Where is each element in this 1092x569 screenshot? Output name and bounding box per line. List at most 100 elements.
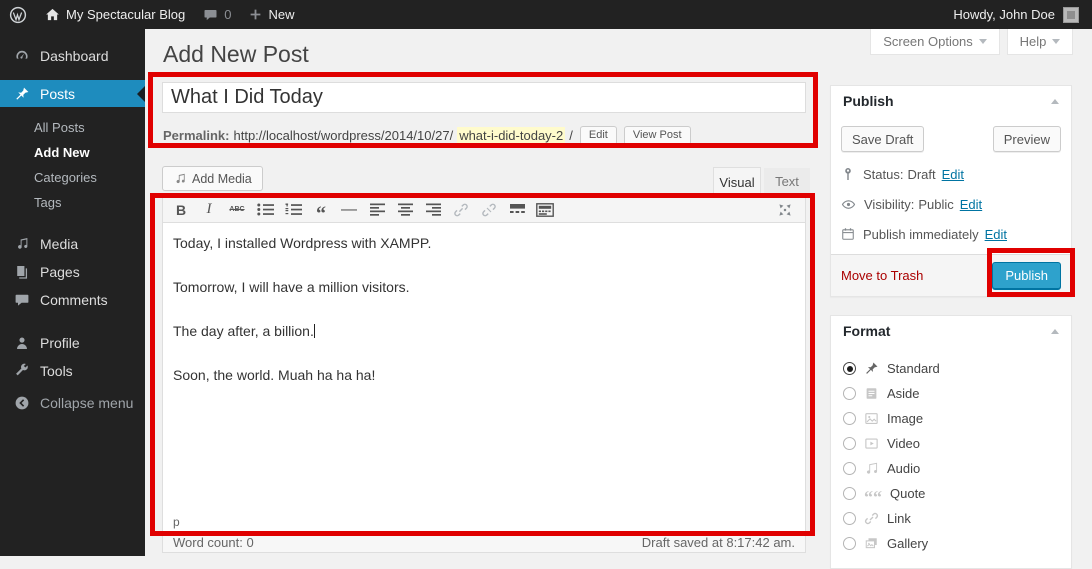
radio-unselected[interactable] [843,412,856,425]
publish-button[interactable]: Publish [992,262,1061,290]
format-option-link[interactable]: Link [843,506,1059,531]
insert-more-tag-icon[interactable] [503,198,531,221]
radio-unselected[interactable] [843,387,856,400]
screen-options-label: Screen Options [883,34,973,49]
comments-shortcut[interactable]: 0 [194,0,240,29]
remove-link-icon[interactable] [475,198,503,221]
plus-icon [249,8,262,21]
sidebar-item-label: Media [40,236,78,252]
sidebar-item-media[interactable]: Media [0,230,145,258]
move-to-trash-link[interactable]: Move to Trash [841,268,923,283]
format-option-label: Image [887,411,923,426]
editor-paragraph: Today, I installed Wordpress with XAMPP. [173,235,795,252]
collapse-panel-icon[interactable] [1051,329,1059,334]
toolbar-toggle-icon[interactable] [531,198,559,221]
insert-link-icon[interactable] [447,198,475,221]
edit-visibility-link[interactable]: Edit [960,197,982,212]
help-button[interactable]: Help [1007,29,1073,55]
sidebar-collapse-menu[interactable]: Collapse menu [0,389,145,417]
sidebar-subitem-add-new[interactable]: Add New [0,140,145,165]
numbered-list-icon[interactable] [279,198,307,221]
sidebar-subitem-all-posts[interactable]: All Posts [0,115,145,140]
radio-unselected[interactable] [843,487,856,500]
align-left-icon[interactable] [363,198,391,221]
collapse-arrow-icon [14,395,30,411]
add-media-icon [173,172,187,186]
save-draft-button[interactable]: Save Draft [841,126,924,152]
sidebar-subitem-categories[interactable]: Categories [0,165,145,190]
radio-unselected[interactable] [843,437,856,450]
sidebar-item-label: Profile [40,335,80,351]
visibility-value: Public [918,197,953,212]
blockquote-icon[interactable]: “ [307,198,335,221]
view-post-button[interactable]: View Post [624,126,691,145]
site-link[interactable]: My Spectacular Blog [36,0,194,29]
format-option-standard[interactable]: Standard [843,356,1059,381]
wordpress-logo-icon [9,6,27,24]
new-label: New [268,7,294,22]
format-panel-header[interactable]: Format [831,316,1071,346]
admin-bar: My Spectacular Blog 0 New Howdy, John Do… [0,0,1092,29]
site-name: My Spectacular Blog [66,7,185,22]
sidebar-item-posts[interactable]: Posts [0,80,145,107]
editor-paragraph: Soon, the world. Muah ha ha ha! [173,367,795,384]
format-option-quote[interactable]: ““ Quote [843,481,1059,506]
help-label: Help [1020,34,1047,49]
sidebar-item-dashboard[interactable]: Dashboard [0,42,145,70]
align-center-icon[interactable] [391,198,419,221]
radio-unselected[interactable] [843,537,856,550]
edit-schedule-link[interactable]: Edit [985,227,1007,242]
edit-permalink-button[interactable]: Edit [580,126,617,145]
format-option-image[interactable]: Image [843,406,1059,431]
sidebar-item-label: Comments [40,292,108,308]
sidebar-item-comments[interactable]: Comments [0,286,145,314]
visibility-row: Visibility: Public Edit [841,196,1061,212]
link-icon [864,511,879,526]
screen-options-button[interactable]: Screen Options [870,29,1000,55]
admin-sidebar: Dashboard Posts All Posts Add New Catego… [0,29,145,556]
account-menu[interactable]: Howdy, John Doe [953,7,1092,23]
format-option-audio[interactable]: Audio [843,456,1059,481]
format-option-gallery[interactable]: Gallery [843,531,1059,556]
chevron-down-icon [979,39,987,44]
align-right-icon[interactable] [419,198,447,221]
editor-content-area[interactable]: Today, I installed Wordpress with XAMPP.… [162,223,806,516]
format-option-label: Gallery [887,536,928,551]
sidebar-item-pages[interactable]: Pages [0,258,145,286]
tab-text[interactable]: Text [764,168,810,194]
publish-panel-header[interactable]: Publish [831,86,1071,116]
permalink-base: http://localhost/wordpress/2014/10/27/ [233,128,453,143]
pushpin-icon [864,361,879,376]
sidebar-item-label: Collapse menu [40,395,133,411]
format-panel-title: Format [843,323,890,339]
wordpress-menu[interactable] [0,0,36,29]
collapse-panel-icon[interactable] [1051,99,1059,104]
bold-icon[interactable]: B [167,198,195,221]
bulleted-list-icon[interactable] [251,198,279,221]
add-media-button[interactable]: Add Media [162,166,263,191]
tab-visual[interactable]: Visual [713,167,761,196]
radio-unselected[interactable] [843,462,856,475]
permalink-slug[interactable]: what-i-did-today-2 [457,127,565,144]
edit-status-link[interactable]: Edit [942,167,964,182]
radio-selected[interactable] [843,362,856,375]
radio-unselected[interactable] [843,512,856,525]
word-count-value: 0 [246,535,253,550]
editor-paragraph: Tomorrow, I will have a million visitors… [173,279,795,296]
new-content-menu[interactable]: New [240,0,303,29]
post-title-input[interactable] [162,82,806,113]
current-menu-arrow [137,86,145,102]
video-icon [864,436,879,451]
sidebar-subitem-tags[interactable]: Tags [0,190,145,215]
horizontal-rule-icon[interactable]: — [335,198,363,221]
strikethrough-icon[interactable]: ABC [223,198,251,221]
format-option-video[interactable]: Video [843,431,1059,456]
add-media-label: Add Media [192,172,252,186]
editor-status-bar: Word count: 0 Draft saved at 8:17:42 am. [162,531,806,553]
preview-button[interactable]: Preview [993,126,1061,152]
sidebar-item-tools[interactable]: Tools [0,357,145,385]
distraction-free-icon[interactable] [771,198,799,221]
format-option-aside[interactable]: Aside [843,381,1059,406]
sidebar-item-profile[interactable]: Profile [0,329,145,357]
italic-icon[interactable]: I [195,198,223,221]
